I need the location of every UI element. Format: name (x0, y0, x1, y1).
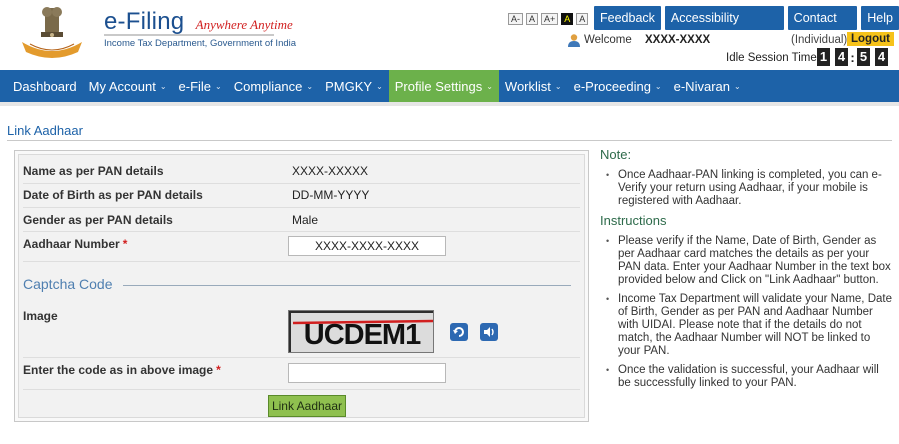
captcha-graphic: UCDEM1 (289, 311, 433, 352)
user-type: (Individual) (791, 34, 848, 46)
chevron-down-icon: ⌄ (306, 81, 314, 91)
nav-item-e-nivaran[interactable]: e-Nivaran ⌄ (668, 70, 747, 102)
note-list: Once Aadhaar-PAN linking is completed, y… (600, 169, 892, 208)
nav-item-pmgky[interactable]: PMGKY ⌄ (319, 70, 389, 102)
timer-separator: : (850, 49, 855, 65)
row-divider (23, 183, 580, 184)
brand-tagline: Anywhere Anytime (195, 17, 293, 32)
gender-value: Male (292, 213, 319, 227)
brand-subtitle: Income Tax Department, Government of Ind… (104, 38, 297, 49)
nav-item-dashboard[interactable]: Dashboard (7, 70, 83, 102)
username: XXXX-XXXX (645, 34, 711, 46)
font-decrease-button[interactable]: A- (508, 13, 523, 25)
refresh-captcha-icon[interactable] (450, 323, 468, 341)
font-size-controls: A- A A+ A A (508, 13, 589, 25)
nav-label: Profile Settings (394, 78, 483, 94)
page-title: Link Aadhaar (7, 123, 83, 138)
name-label: Name as per PAN details (23, 164, 164, 178)
nav-label: Worklist (504, 78, 551, 94)
welcome-row: Welcome XXXX-XXXX (Individual) Logout (567, 32, 894, 49)
title-divider (7, 140, 892, 141)
top-links: Feedback Accessibility Options Contact U… (594, 6, 899, 49)
logout-button[interactable]: Logout (847, 32, 894, 46)
name-value: XXXX-XXXXX (292, 164, 369, 178)
list-item: Once Aadhaar-PAN linking is completed, y… (606, 169, 892, 208)
instructions-list: Please verify if the Name, Date of Birth… (600, 235, 892, 390)
list-item: Please verify if the Name, Date of Birth… (606, 235, 892, 287)
gender-label: Gender as per PAN details (23, 213, 173, 227)
brand-title: e-Filing (104, 8, 185, 35)
timer-digit: 4 (875, 48, 888, 66)
note-heading: Note: (600, 147, 632, 162)
font-increase-button[interactable]: A+ (541, 13, 559, 25)
nav-label: Compliance (233, 78, 303, 94)
row-divider (23, 389, 580, 390)
captcha-input-label: Enter the code as in above image * (23, 363, 221, 377)
captcha-input[interactable] (288, 363, 446, 383)
brand: e-Filing Anywhere Anytime (104, 8, 293, 36)
row-divider (23, 261, 580, 262)
captcha-section-title: Captcha Code (23, 276, 113, 292)
chevron-down-icon: ⌄ (486, 81, 493, 91)
chevron-down-icon: ⌄ (733, 81, 741, 91)
chevron-down-icon: ⌄ (376, 81, 383, 91)
required-mark: * (216, 363, 221, 377)
header: e-Filing Anywhere Anytime Income Tax Dep… (0, 0, 899, 70)
form-panel: Name as per PAN details XXXX-XXXXX Date … (18, 154, 585, 418)
section-divider (123, 285, 571, 286)
timer-digit: 1 (817, 48, 830, 66)
idle-timer: 1 4 : 5 4 (817, 48, 888, 66)
row-divider (23, 207, 580, 208)
nav-item-compliance[interactable]: Compliance ⌄ (228, 70, 319, 102)
row-divider (23, 231, 580, 232)
aadhaar-number-input[interactable] (288, 236, 446, 256)
user-icon (568, 34, 580, 47)
captcha-image: UCDEM1 (288, 310, 434, 353)
link-aadhaar-form: Name as per PAN details XXXX-XXXXX Date … (14, 150, 589, 422)
timer-digit: 4 (835, 48, 848, 66)
image-label: Image (23, 309, 58, 323)
welcome-text: Welcome (584, 34, 632, 46)
required-mark: * (122, 237, 128, 251)
main-nav: Dashboard My Account ⌄ e-File ⌄ Complian… (0, 70, 899, 102)
nav-label: e-File (178, 78, 212, 94)
nav-divider (0, 102, 899, 106)
chevron-down-icon: ⌄ (654, 81, 662, 91)
nav-item-e-proceeding[interactable]: e-Proceeding ⌄ (568, 70, 668, 102)
high-contrast-button[interactable]: A (561, 13, 574, 25)
notes-panel: Note: Once Aadhaar-PAN linking is comple… (600, 148, 892, 396)
list-item: Once the validation is successful, your … (606, 364, 892, 390)
idle-timer-label: Idle Session Timer (726, 52, 821, 64)
nav-label: Dashboard (13, 78, 77, 94)
link-aadhaar-button[interactable]: Link Aadhaar (268, 395, 346, 417)
normal-contrast-button[interactable]: A (576, 13, 589, 25)
audio-captcha-icon[interactable] (480, 323, 498, 341)
instructions-heading: Instructions (600, 213, 667, 228)
chevron-down-icon: ⌄ (159, 81, 167, 91)
emblem-logo (22, 7, 82, 58)
nav-label: e-Proceeding (573, 78, 651, 94)
nav-label: My Account (88, 78, 156, 94)
dob-label: Date of Birth as per PAN details (23, 188, 203, 202)
accessibility-options-link[interactable]: Accessibility Options (664, 6, 784, 49)
nav-item-my-account[interactable]: My Account ⌄ (83, 70, 173, 102)
nav-item-profile-settings[interactable]: Profile Settings ⌄ (388, 70, 499, 102)
nav-label: e-Nivaran (673, 78, 730, 94)
nav-item-worklist[interactable]: Worklist ⌄ (499, 70, 568, 102)
row-divider (23, 357, 580, 358)
list-item: Income Tax Department will validate your… (606, 293, 892, 358)
dob-value: DD-MM-YYYY (292, 188, 370, 202)
aadhaar-label: Aadhaar Number * (23, 237, 128, 251)
timer-digit: 5 (857, 48, 870, 66)
contact-us-link[interactable]: Contact Us (787, 6, 858, 49)
nav-label: PMGKY (325, 78, 373, 94)
help-link[interactable]: Help (861, 6, 899, 30)
feedback-link[interactable]: Feedback (594, 6, 661, 30)
brand-divider (104, 34, 274, 36)
chevron-down-icon: ⌄ (554, 81, 562, 91)
chevron-down-icon: ⌄ (215, 81, 222, 91)
nav-item-e-file[interactable]: e-File ⌄ (173, 70, 228, 102)
font-normal-button[interactable]: A (526, 13, 539, 25)
